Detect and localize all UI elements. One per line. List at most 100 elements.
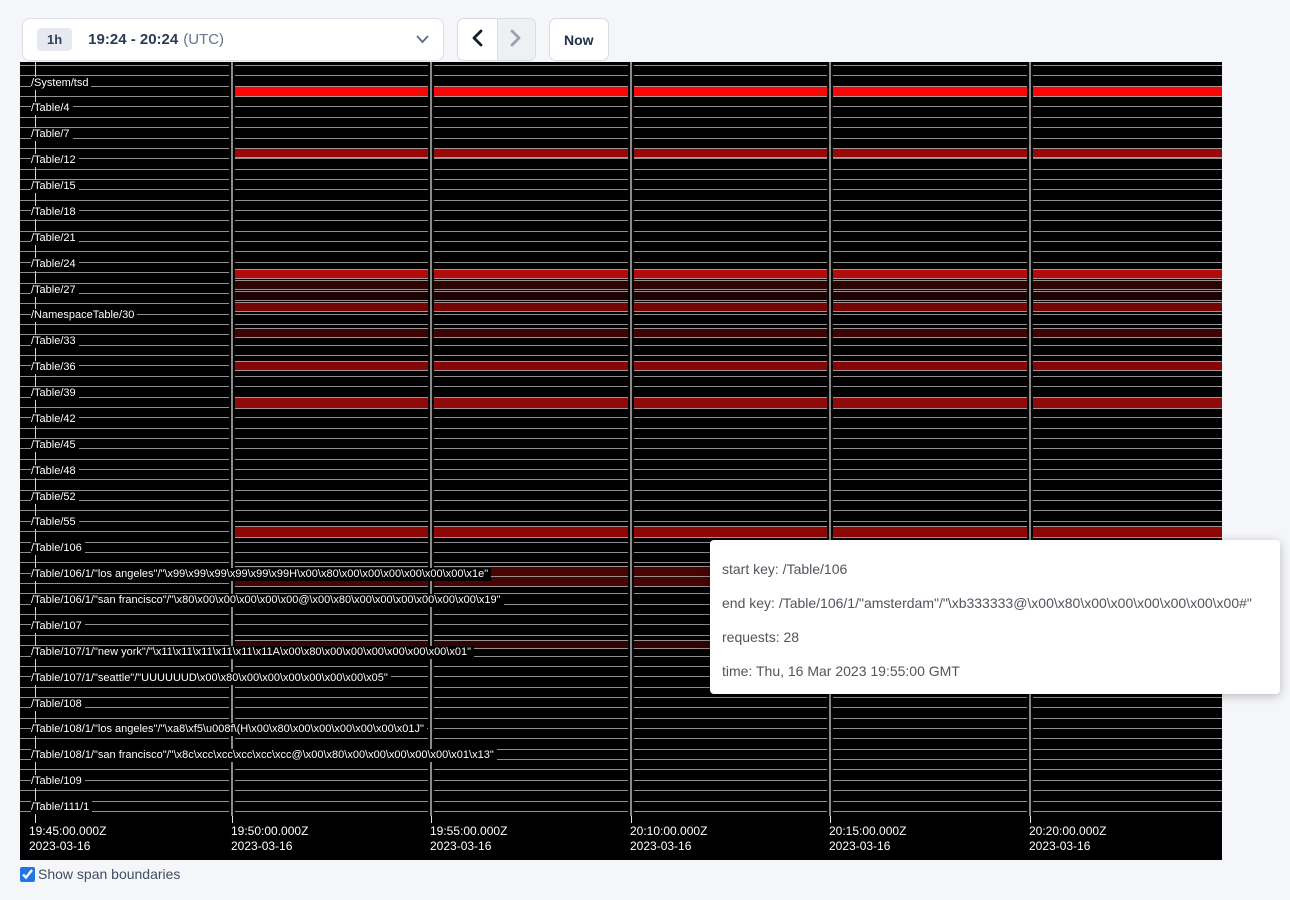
span-row-label: /Table/48 [31,465,79,478]
span-row-label: /Table/21 [31,232,79,245]
span-row-label: /Table/107 [31,620,85,633]
time-gridline [428,62,434,816]
time-gridline [1027,62,1033,816]
tooltip-start-key: start key: /Table/106 [722,559,1268,579]
span-boundary-line [20,490,1222,491]
span-boundary-line [20,262,1222,263]
span-boundary-line [20,438,1222,439]
span-boundary-line [20,459,1222,460]
span-boundary-line [20,106,1222,107]
time-axis-date-label: 2023-03-16 [231,839,292,853]
chevron-right-icon [510,29,522,50]
heat-band[interactable] [232,291,1222,301]
span-boundary-line [20,386,1222,387]
time-axis-tick [232,816,233,823]
time-axis-tick [35,816,36,823]
span-row-label: /Table/4 [31,102,73,115]
time-axis-date-label: 2023-03-16 [829,839,890,853]
time-range-label: 19:24 - 20:24 [88,31,178,48]
time-gridline [229,62,235,816]
span-boundary-line [20,345,1222,346]
heat-band[interactable] [232,302,1222,312]
time-axis-time-label: 19:55:00.000Z [430,824,507,838]
span-row-label: /Table/33 [31,335,79,348]
span-row-label: /Table/107/1/"new york"/"\x11\x11\x11\x1… [31,646,474,659]
span-row-label: /Table/12 [31,154,79,167]
span-row-label: /Table/15 [31,180,79,193]
span-boundary-line [20,138,1222,139]
span-boundary-line [20,200,1222,201]
span-boundary-line [20,801,1222,802]
span-row-label: /Table/7 [31,128,73,141]
time-axis-time-label: 19:45:00.000Z [29,824,106,838]
time-axis-time-label: 20:20:00.000Z [1029,824,1106,838]
timezone-label: (UTC) [183,31,224,48]
heat-band[interactable] [232,397,1222,409]
span-boundary-line [20,738,1222,739]
duration-badge: 1h [37,28,72,51]
span-boundary-line [20,241,1222,242]
time-range-selector[interactable]: 1h 19:24 - 20:24 (UTC) [22,18,444,61]
time-axis-date-label: 2023-03-16 [29,839,90,853]
heat-band[interactable] [232,148,1222,158]
span-boundary-line [20,500,1222,501]
show-span-boundaries-checkbox[interactable] [20,867,35,882]
time-axis-date-label: 2023-03-16 [430,839,491,853]
span-row-label: /Table/108/1/"los angeles"/"\xa8\xf5\u00… [31,723,427,736]
span-row-label: /Table/109 [31,775,85,788]
span-row-label: /Table/107/1/"seattle"/"UUUUUUD\x00\x80\… [31,672,391,685]
span-boundary-line [20,75,1222,76]
chevron-left-icon [471,29,483,50]
span-row-label: /Table/55 [31,516,79,529]
toolbar: 1h 19:24 - 20:24 (UTC) Now [0,0,1290,62]
heat-band[interactable] [232,280,1222,290]
span-row-label: /Table/106 [31,542,85,555]
span-boundary-line [20,65,1222,66]
span-boundary-line [20,251,1222,252]
span-boundary-line [20,220,1222,221]
previous-interval-button[interactable] [458,19,497,60]
span-boundary-line [20,811,1222,812]
span-boundary-line [20,314,1222,315]
now-button[interactable]: Now [549,18,609,61]
time-nav-group [457,18,536,61]
span-row-label: /Table/106/1/"los angeles"/"\x99\x99\x99… [31,568,491,581]
span-boundary-line [20,355,1222,356]
time-gridline [827,62,833,816]
span-boundary-line [20,158,1222,159]
span-boundary-line [20,697,1222,698]
key-visualizer-canvas[interactable]: /System/tsd/Table/4/Table/7/Table/12/Tab… [20,62,1222,860]
span-row-label: /Table/39 [31,387,79,400]
tooltip-end-key: end key: /Table/106/1/"amsterdam"/"\xb33… [722,593,1268,613]
span-row-label: /Table/42 [31,413,79,426]
tooltip-time: time: Thu, 16 Mar 2023 19:55:00 GMT [722,661,1268,681]
span-boundary-line [20,479,1222,480]
span-row-label: /Table/52 [31,491,79,504]
heat-band[interactable] [232,361,1222,371]
chevron-down-icon [416,35,429,44]
span-boundary-line [20,707,1222,708]
span-boundary-line [20,780,1222,781]
time-axis-date-label: 2023-03-16 [1029,839,1090,853]
span-row-label: /Table/27 [31,284,79,297]
time-axis-date-label: 2023-03-16 [630,839,691,853]
span-row-label: /Table/108/1/"san francisco"/"\x8c\xcc\x… [31,749,497,762]
heat-band[interactable] [232,269,1222,279]
heat-band[interactable] [232,86,1222,97]
span-boundary-line [20,231,1222,232]
time-axis-tick [830,816,831,823]
span-row-label: /Table/111/1 [31,801,92,814]
time-gridline [628,62,634,816]
next-interval-button[interactable] [497,19,536,60]
span-boundary-line [20,179,1222,180]
heat-band[interactable] [232,328,1222,338]
span-boundary-line [20,210,1222,211]
heat-band[interactable] [232,526,1222,538]
span-row-label: /Table/108 [31,698,85,711]
span-tooltip: start key: /Table/106 end key: /Table/10… [710,540,1280,694]
span-boundary-line [20,417,1222,418]
span-row-label: /System/tsd [31,77,91,90]
span-row-label: /Table/24 [31,258,79,271]
span-row-label: /NamespaceTable/30 [31,309,137,322]
time-axis-time-label: 19:50:00.000Z [231,824,308,838]
